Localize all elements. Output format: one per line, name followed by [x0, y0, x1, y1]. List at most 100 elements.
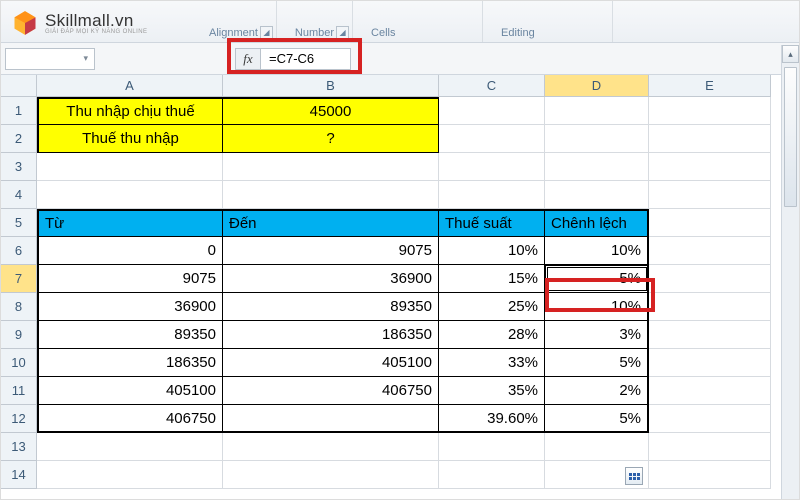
cell[interactable]: [439, 125, 545, 153]
cell[interactable]: [649, 209, 771, 237]
row-header[interactable]: 9: [1, 321, 37, 349]
cell[interactable]: [649, 265, 771, 293]
cell[interactable]: [649, 461, 771, 489]
row-header[interactable]: 2: [1, 125, 37, 153]
cell[interactable]: [439, 153, 545, 181]
cell[interactable]: [439, 181, 545, 209]
cell[interactable]: [439, 461, 545, 489]
cell[interactable]: 89350: [37, 321, 223, 349]
cell[interactable]: Thuế suất: [439, 209, 545, 237]
cell[interactable]: [649, 405, 771, 433]
logo-mark-icon: [11, 9, 39, 37]
row-header[interactable]: 3: [1, 153, 37, 181]
row-header[interactable]: 5: [1, 209, 37, 237]
column-header[interactable]: A: [37, 75, 223, 97]
cell[interactable]: 33%: [439, 349, 545, 377]
row-header[interactable]: 14: [1, 461, 37, 489]
cell[interactable]: [649, 181, 771, 209]
row-header[interactable]: 1: [1, 97, 37, 125]
cell[interactable]: [649, 321, 771, 349]
cell[interactable]: 406750: [223, 377, 439, 405]
row-header[interactable]: 13: [1, 433, 37, 461]
cell[interactable]: [223, 153, 439, 181]
cell[interactable]: [223, 405, 439, 433]
cell[interactable]: [545, 125, 649, 153]
row-header[interactable]: 6: [1, 237, 37, 265]
cell[interactable]: 186350: [37, 349, 223, 377]
cell[interactable]: 15%: [439, 265, 545, 293]
cell[interactable]: [545, 181, 649, 209]
cell[interactable]: 39.60%: [439, 405, 545, 433]
cell[interactable]: ?: [223, 125, 439, 153]
ribbon-group-number[interactable]: Number ◢: [277, 1, 353, 42]
cell[interactable]: 10%: [439, 237, 545, 265]
cell[interactable]: 28%: [439, 321, 545, 349]
cell[interactable]: [37, 461, 223, 489]
cell[interactable]: 405100: [37, 377, 223, 405]
column-header[interactable]: D: [545, 75, 649, 97]
cell[interactable]: 3%: [545, 321, 649, 349]
formula-bar-row: ▾ fx =C7-C6: [1, 43, 799, 75]
cell[interactable]: Thu nhập chịu thuế: [37, 97, 223, 125]
cell[interactable]: [223, 181, 439, 209]
cell[interactable]: 89350: [223, 293, 439, 321]
cell[interactable]: 9075: [223, 237, 439, 265]
cell[interactable]: 405100: [223, 349, 439, 377]
cell[interactable]: 10%: [545, 237, 649, 265]
cell[interactable]: [223, 461, 439, 489]
autofill-options-icon[interactable]: [625, 467, 643, 485]
ribbon-group-alignment[interactable]: Alignment ◢: [191, 1, 277, 42]
cell[interactable]: [37, 433, 223, 461]
cell[interactable]: 36900: [37, 293, 223, 321]
cell[interactable]: [649, 349, 771, 377]
row-header[interactable]: 8: [1, 293, 37, 321]
logo-tagline: GIẢI ĐÁP MỌI KỸ NĂNG ONLINE: [45, 29, 147, 35]
cell[interactable]: 5%: [545, 405, 649, 433]
cell[interactable]: [545, 97, 649, 125]
cell[interactable]: [649, 377, 771, 405]
cell[interactable]: [439, 97, 545, 125]
cell[interactable]: [439, 433, 545, 461]
name-box[interactable]: ▾: [5, 48, 95, 70]
column-header[interactable]: B: [223, 75, 439, 97]
cell[interactable]: 406750: [37, 405, 223, 433]
row-header[interactable]: 11: [1, 377, 37, 405]
row-header[interactable]: 7: [1, 265, 37, 293]
cell[interactable]: [37, 181, 223, 209]
cell[interactable]: 35%: [439, 377, 545, 405]
column-header[interactable]: E: [649, 75, 771, 97]
cell[interactable]: [649, 125, 771, 153]
cell[interactable]: Từ: [37, 209, 223, 237]
cell[interactable]: [649, 153, 771, 181]
column-header[interactable]: C: [439, 75, 545, 97]
scroll-up-button[interactable]: ▴: [782, 45, 799, 63]
cell[interactable]: [649, 97, 771, 125]
ribbon-group-cells[interactable]: Cells: [353, 1, 483, 42]
cell[interactable]: [545, 433, 649, 461]
row-header[interactable]: 12: [1, 405, 37, 433]
cell[interactable]: [223, 433, 439, 461]
cell[interactable]: Đến: [223, 209, 439, 237]
cell[interactable]: Chênh lệch: [545, 209, 649, 237]
scroll-thumb[interactable]: [784, 67, 797, 207]
cell[interactable]: 25%: [439, 293, 545, 321]
ribbon-group-editing[interactable]: Editing: [483, 1, 613, 42]
cell[interactable]: 36900: [223, 265, 439, 293]
cell[interactable]: 186350: [223, 321, 439, 349]
cell[interactable]: [649, 293, 771, 321]
cell[interactable]: 0: [37, 237, 223, 265]
chevron-down-icon[interactable]: ▾: [83, 53, 88, 64]
select-all-corner[interactable]: [1, 75, 37, 97]
row-header[interactable]: 4: [1, 181, 37, 209]
cell[interactable]: 9075: [37, 265, 223, 293]
cell[interactable]: Thuế thu nhập: [37, 125, 223, 153]
cell[interactable]: 2%: [545, 377, 649, 405]
cell[interactable]: 5%: [545, 349, 649, 377]
cell[interactable]: [545, 153, 649, 181]
cell[interactable]: 45000: [223, 97, 439, 125]
vertical-scrollbar[interactable]: ▴: [781, 45, 799, 499]
row-header[interactable]: 10: [1, 349, 37, 377]
cell[interactable]: [649, 433, 771, 461]
cell[interactable]: [649, 237, 771, 265]
cell[interactable]: [37, 153, 223, 181]
